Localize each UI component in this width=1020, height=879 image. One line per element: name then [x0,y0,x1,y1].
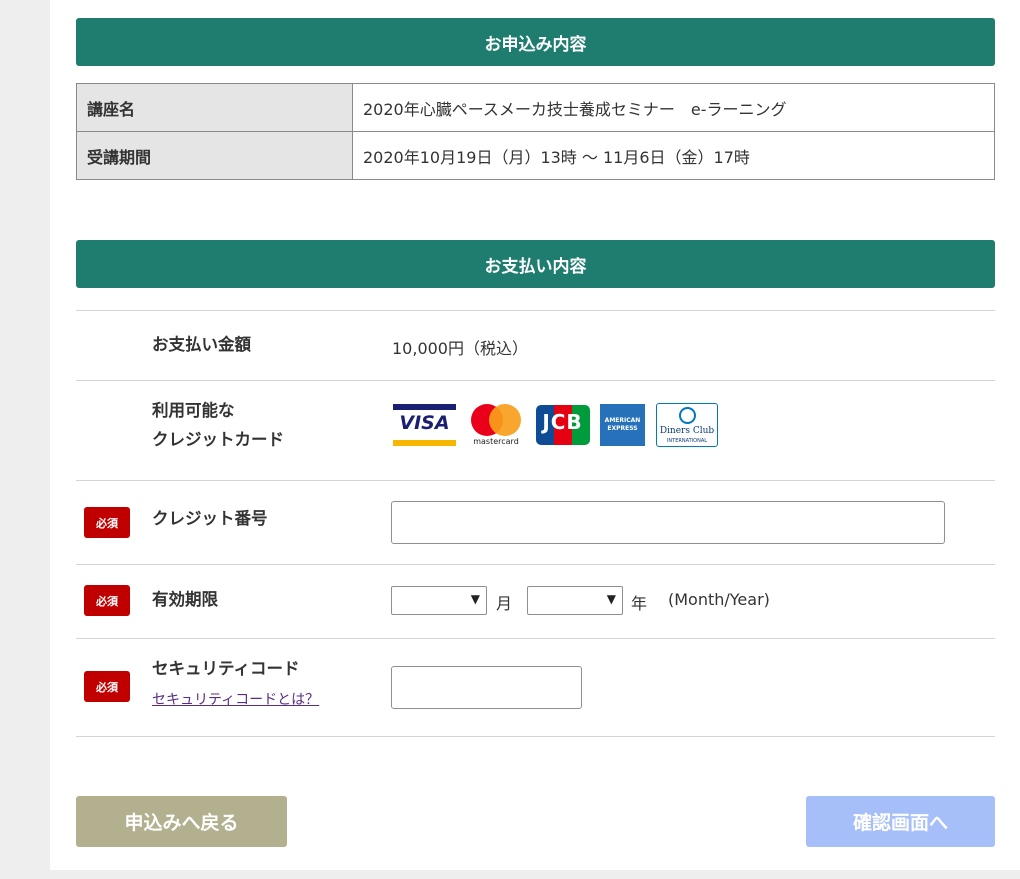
cards-label-line1: 利用可能な [152,401,235,420]
application-info-table: 講座名 2020年心臓ペースメーカ技士養成セミナー e-ラーニング 受講期間 2… [76,83,995,180]
required-badge: 必須 [84,507,130,538]
required-badge: 必須 [84,671,130,702]
card-number-row: 必須 クレジット番号 [76,481,995,565]
mastercard-icon: mastercard [467,404,525,446]
month-unit: 月 [496,594,513,613]
course-name-value: 2020年心臓ペースメーカ技士養成セミナー e-ラーニング [352,83,995,132]
cards-label-line2: クレジットカード [152,429,284,449]
year-unit: 年 [631,594,648,613]
chevron-down-icon: ▼ [470,592,480,606]
go-to-confirmation-button[interactable]: 確認画面へ [806,796,995,847]
security-code-label: セキュリティコード [152,659,300,678]
security-code-row: 必須 セキュリティコード セキュリティコードとは？ [76,639,995,737]
expiry-row: 必須 有効期限 ▼ 月 ▼ 年 (Month/Year) [76,565,995,639]
amount-value: 10,000円（税込） [392,339,528,358]
required-badge: 必須 [84,585,130,616]
course-period-label: 受講期間 [76,131,353,180]
expiry-hint: (Month/Year) [668,590,770,609]
diners-club-icon: Diners Club INTERNATIONAL [656,403,718,447]
amount-row: お支払い金額 10,000円（税込） [76,311,995,381]
amount-label: お支払い金額 [152,335,251,354]
jcb-icon: JCB [535,404,590,446]
back-to-application-button[interactable]: 申込みへ戻る [76,796,287,847]
amex-icon: AMERICAN EXPRESS [600,404,645,446]
security-code-help-link[interactable]: セキュリティコードとは？ [152,689,319,709]
expiry-month-select[interactable]: ▼ [391,586,487,615]
card-number-input[interactable] [391,501,945,544]
expiry-label: 有効期限 [152,590,218,609]
table-row: 講座名 2020年心臓ペースメーカ技士養成セミナー e-ラーニング [76,83,995,132]
chevron-down-icon: ▼ [606,592,616,606]
cards-row: 利用可能な クレジットカード VISA mastercard JCB AMERI… [76,381,995,481]
card-number-label: クレジット番号 [152,509,268,528]
visa-icon: VISA [393,404,456,446]
payment-section-header: お支払い内容 [76,240,995,288]
expiry-year-select[interactable]: ▼ [527,586,623,615]
card-logos: VISA mastercard JCB AMERICAN EXPRESS Din… [393,403,723,450]
course-name-label: 講座名 [76,83,353,132]
course-period-value: 2020年10月19日（月）13時 ～ 11月6日（金）17時 [352,131,995,180]
application-section-header: お申込み内容 [76,18,995,66]
table-row: 受講期間 2020年10月19日（月）13時 ～ 11月6日（金）17時 [76,131,995,180]
security-code-input[interactable] [391,666,582,709]
cards-label: 利用可能な クレジットカード [152,397,284,455]
